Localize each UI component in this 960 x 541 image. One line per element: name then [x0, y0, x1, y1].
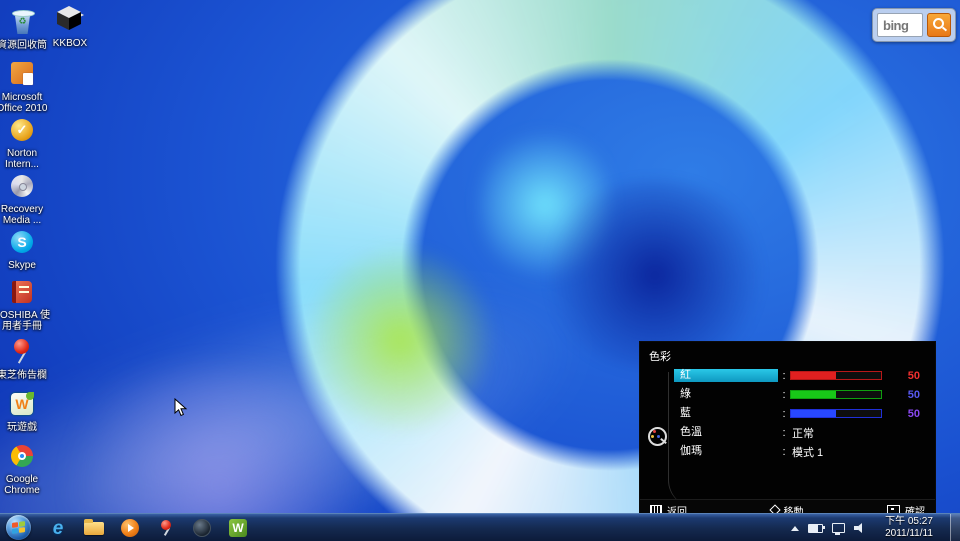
- osd-row-gamma: 伽瑪 : 模式 1: [674, 442, 929, 461]
- osd-row-value: 50: [882, 370, 920, 382]
- eco-utility-icon: [193, 519, 211, 537]
- desktop-icon-recovery-media[interactable]: Recovery Media ...: [0, 170, 50, 226]
- palette-icon: [647, 426, 667, 446]
- show-desktop-button[interactable]: [950, 514, 960, 541]
- recycle-bin-icon: ♻: [6, 6, 38, 38]
- network-icon[interactable]: [832, 523, 845, 533]
- manual-book-icon: [6, 276, 38, 308]
- taskbar-explorer[interactable]: [78, 516, 110, 540]
- bing-search-input[interactable]: bing: [877, 13, 923, 37]
- media-player-icon: [121, 519, 139, 537]
- icon-label: 玩遊戲: [0, 422, 50, 433]
- osd-title: 色彩: [649, 348, 671, 364]
- desktop-icon-toshiba-bulletin[interactable]: 東芝佈告欄: [0, 336, 50, 381]
- desktop-icon-kkbox[interactable]: KKBOX: [42, 4, 98, 49]
- icon-label: Skype: [0, 260, 50, 271]
- desktop-icon-games[interactable]: 玩遊戲: [0, 388, 50, 433]
- icon-label: Microsoft Office 2010: [0, 92, 50, 114]
- clock-time: 下午 05:27: [870, 516, 948, 528]
- windows-logo-icon: [12, 521, 25, 534]
- osd-row-value: 50: [882, 408, 920, 420]
- office-icon: [6, 58, 38, 90]
- taskbar: 下午 05:27 2011/11/11: [0, 513, 960, 541]
- games-icon: [6, 388, 38, 420]
- osd-row-green: 綠 : 50: [674, 385, 929, 404]
- show-hidden-icons-button[interactable]: [791, 526, 799, 531]
- clock-date: 2011/11/11: [870, 528, 948, 540]
- chrome-icon: [6, 440, 38, 472]
- taskbar-bulletin-board[interactable]: [150, 516, 182, 540]
- icon-label: TOSHIBA 使用者手冊: [0, 310, 50, 332]
- internet-explorer-icon: [53, 519, 64, 538]
- desktop-icon-chrome[interactable]: Google Chrome: [0, 440, 50, 496]
- norton-icon: [6, 114, 38, 146]
- osd-rows: 紅 : 50 綠 : 50 藍 : 50 色溫 : 正常: [674, 366, 929, 461]
- bing-gadget: bing: [872, 8, 956, 42]
- folder-icon: [84, 522, 104, 535]
- osd-row-label: 色溫: [674, 426, 778, 439]
- disc-icon: [6, 170, 38, 202]
- icon-label: Recovery Media ...: [0, 204, 50, 226]
- icon-label: Google Chrome: [0, 474, 50, 496]
- start-button[interactable]: [6, 515, 31, 540]
- desktop-icon-skype[interactable]: Skype: [0, 226, 50, 271]
- taskbar-internet-explorer[interactable]: [42, 516, 74, 540]
- volume-icon[interactable]: [854, 522, 866, 534]
- osd-row-label: 綠: [674, 388, 778, 401]
- pushpin-icon: [158, 519, 174, 537]
- magnifier-icon: [933, 18, 944, 29]
- battery-icon[interactable]: [808, 524, 823, 533]
- desktop-icon-toshiba-manual[interactable]: TOSHIBA 使用者手冊: [0, 276, 50, 332]
- osd-row-red: 紅 : 50: [674, 366, 929, 385]
- pushpin-icon: [6, 336, 38, 368]
- monitor-osd-panel: 色彩 紅 : 50 綠 : 50 藍 : 50: [640, 342, 935, 520]
- icon-label: Norton Intern...: [0, 148, 50, 170]
- osd-row-label: 伽瑪: [674, 445, 778, 458]
- blue-slider: [790, 409, 882, 418]
- desktop-icon-norton[interactable]: Norton Intern...: [0, 114, 50, 170]
- osd-row-value: 50: [882, 389, 920, 401]
- desktop-icon-office[interactable]: Microsoft Office 2010: [0, 58, 50, 114]
- wallpaper-green-glow: [300, 240, 500, 440]
- osd-row-label: 紅: [674, 369, 778, 382]
- icon-label: 東芝佈告欄: [0, 370, 50, 381]
- osd-row-value: 正常: [790, 425, 814, 441]
- osd-row-label: 藍: [674, 407, 778, 420]
- osd-row-color-temp: 色溫 : 正常: [674, 423, 929, 442]
- bing-search-button[interactable]: [927, 13, 951, 37]
- taskbar-wildtangent-games[interactable]: [222, 516, 254, 540]
- red-slider: [790, 371, 882, 380]
- system-tray: [791, 514, 866, 541]
- kkbox-icon: [54, 4, 86, 36]
- desktop: ♻ 資源回收筒 KKBOX Microsoft Office 2010 Nort…: [0, 0, 960, 541]
- wildtangent-icon: [229, 519, 247, 537]
- taskbar-media-player[interactable]: [114, 516, 146, 540]
- taskbar-eco-utility[interactable]: [186, 516, 218, 540]
- osd-row-blue: 藍 : 50: [674, 404, 929, 423]
- osd-row-value: 模式 1: [790, 444, 823, 460]
- bing-logo: bing: [883, 18, 908, 33]
- green-slider: [790, 390, 882, 399]
- icon-label: KKBOX: [42, 38, 98, 49]
- taskbar-clock[interactable]: 下午 05:27 2011/11/11: [870, 516, 948, 540]
- skype-icon: [6, 226, 38, 258]
- mouse-cursor: [174, 398, 188, 418]
